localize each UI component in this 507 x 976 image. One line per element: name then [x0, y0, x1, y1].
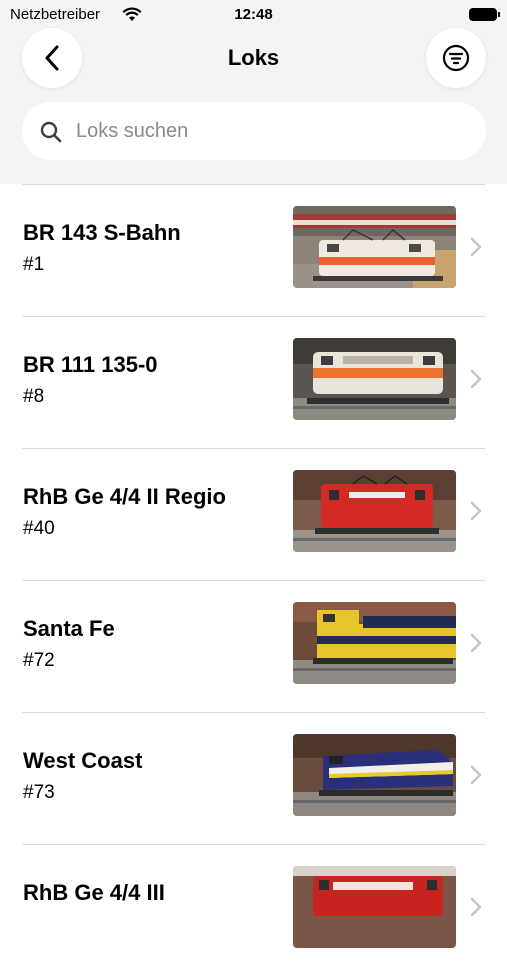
- list-item[interactable]: West Coast #73: [0, 712, 507, 844]
- list-item[interactable]: RhB Ge 4/4 III: [0, 844, 507, 976]
- navigation-header: Netzbetreiber 12:48 Loks: [0, 0, 507, 184]
- loco-name: West Coast: [23, 748, 143, 773]
- status-bar: Netzbetreiber 12:48: [0, 0, 507, 30]
- loco-name: RhB Ge 4/4 III: [23, 880, 165, 905]
- loco-number: #40: [23, 518, 55, 539]
- loco-thumbnail: [293, 734, 456, 816]
- loco-thumbnail: [293, 338, 456, 420]
- list-item[interactable]: BR 143 S-Bahn #1: [0, 184, 507, 316]
- row-divider: [22, 844, 485, 845]
- search-input[interactable]: [76, 102, 456, 160]
- chevron-right-icon: [470, 897, 482, 917]
- search-bar[interactable]: [22, 102, 486, 160]
- loco-name: BR 143 S-Bahn: [23, 220, 181, 245]
- list-item[interactable]: BR 111 135-0 #8: [0, 316, 507, 448]
- battery-tip: [498, 12, 500, 17]
- chevron-right-icon: [470, 369, 482, 389]
- loco-thumbnail: [293, 470, 456, 552]
- row-divider: [22, 316, 485, 317]
- loco-name: BR 111 135-0: [23, 352, 158, 377]
- loco-number: #73: [23, 782, 55, 803]
- loco-number: #72: [23, 650, 55, 671]
- loco-list: BR 143 S-Bahn #1 BR 111 135-0 #8 RhB Ge …: [0, 184, 507, 976]
- list-item[interactable]: RhB Ge 4/4 II Regio #40: [0, 448, 507, 580]
- loco-name: Santa Fe: [23, 616, 115, 641]
- chevron-right-icon: [470, 633, 482, 653]
- chevron-right-icon: [470, 237, 482, 257]
- loco-name: RhB Ge 4/4 II Regio: [23, 484, 226, 509]
- row-divider: [22, 580, 485, 581]
- chevron-right-icon: [470, 501, 482, 521]
- status-time: 12:48: [234, 6, 273, 23]
- loco-number: #1: [23, 254, 45, 275]
- list-item[interactable]: Santa Fe #72: [0, 580, 507, 712]
- loco-thumbnail: [293, 602, 456, 684]
- row-divider: [22, 448, 485, 449]
- search-icon: [40, 121, 62, 143]
- battery-icon: [469, 8, 497, 21]
- loco-thumbnail: [293, 866, 456, 948]
- filter-icon: [442, 44, 470, 72]
- loco-number: #8: [23, 386, 45, 407]
- row-divider: [22, 184, 485, 185]
- loco-thumbnail: [293, 206, 456, 288]
- row-divider: [22, 712, 485, 713]
- chevron-right-icon: [470, 765, 482, 785]
- filter-button[interactable]: [426, 28, 486, 88]
